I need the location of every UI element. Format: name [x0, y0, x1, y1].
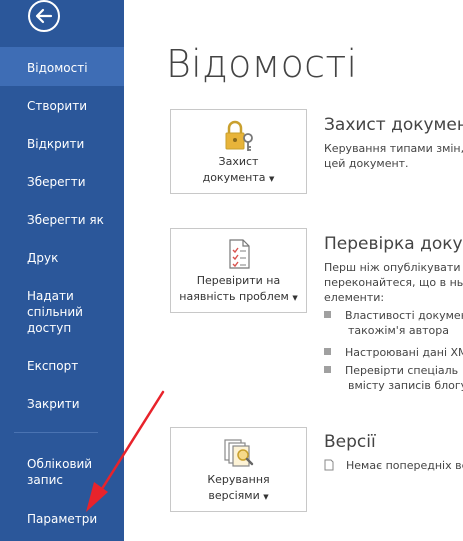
nav-open-label: Відкрити: [27, 137, 85, 151]
document-checklist-icon: [228, 239, 250, 269]
bullet-text: Перевірти спеціаль: [345, 364, 459, 377]
nav-info-label: Відомості: [27, 61, 88, 75]
versions-desc-text: Немає попередніх ве: [346, 459, 463, 472]
arrow-left-icon: [35, 8, 53, 24]
page-title: Відомості: [166, 42, 358, 86]
nav-save[interactable]: Зберегти: [0, 174, 124, 190]
bullet-square-icon: [324, 366, 331, 373]
sidebar-divider: [14, 432, 98, 433]
dropdown-caret-icon: ▼: [292, 294, 298, 302]
protect-desc-2: цей документ.: [324, 157, 409, 170]
versions-search-icon: [223, 439, 253, 467]
bullet-square-icon: [324, 348, 331, 355]
check-issues-label-2: наявність проблем ▼: [171, 289, 306, 306]
protect-document-label-2-text: документа: [202, 171, 266, 184]
bullet-square-icon: [324, 311, 331, 318]
nav-new-label: Створити: [27, 99, 87, 113]
inspect-desc-1: Перш ніж опублікувати ц: [324, 261, 463, 274]
manage-versions-label-2-text: версіями: [208, 489, 260, 502]
nav-save-as[interactable]: Зберегти як: [0, 212, 124, 228]
protect-document-button[interactable]: Захист документа ▼: [170, 109, 307, 194]
nav-export-label: Експорт: [27, 359, 79, 373]
nav-share-label-3: доступ: [27, 321, 72, 335]
versions-section-title: Версії: [324, 432, 376, 452]
document-icon: [324, 459, 334, 471]
nav-options[interactable]: Параметри: [0, 511, 124, 527]
inspect-bullet-properties: Властивості докумен такожім'я автора: [324, 308, 463, 338]
nav-print-label: Друк: [27, 251, 59, 265]
inspect-desc-3: елементи:: [324, 291, 385, 304]
nav-account-label-2: запис: [27, 473, 63, 487]
nav-close[interactable]: Закрити: [0, 396, 124, 412]
protect-section-title: Захист документ: [324, 115, 463, 135]
versions-desc: Немає попередніх ве: [324, 458, 463, 473]
manage-versions-label-2: версіями ▼: [171, 488, 306, 505]
inspect-bullet-blog: Перевірти спеціаль вмісту записів блогу: [324, 363, 463, 393]
nav-save-label: Зберегти: [27, 175, 86, 189]
dropdown-caret-icon: ▼: [263, 493, 269, 501]
nav-share-label-2: спільний: [27, 305, 83, 319]
inspect-desc-2: переконайтеся, що в ньо: [324, 276, 463, 289]
lock-key-icon: [225, 120, 253, 151]
inspect-bullet-xml: Настроювані дані XM: [324, 345, 463, 360]
nav-open[interactable]: Відкрити: [0, 136, 124, 152]
check-issues-button[interactable]: Перевірити на наявність проблем ▼: [170, 228, 307, 313]
nav-share[interactable]: Надати спільний доступ: [0, 288, 124, 336]
manage-versions-label-1: Керування: [207, 473, 270, 486]
check-issues-label-2-text: наявність проблем: [179, 290, 289, 303]
nav-info[interactable]: Відомості: [0, 47, 124, 86]
nav-new[interactable]: Створити: [0, 98, 124, 114]
nav-print[interactable]: Друк: [0, 250, 124, 266]
backstage-sidebar: Відомості Створити Відкрити Зберегти Збе…: [0, 0, 124, 541]
manage-versions-button[interactable]: Керування версіями ▼: [170, 427, 307, 512]
bullet-text: Властивості докумен: [345, 309, 463, 322]
nav-close-label: Закрити: [27, 397, 80, 411]
back-button[interactable]: [28, 0, 60, 32]
protect-document-label-1: Захист: [218, 155, 259, 168]
nav-account-label-1: Обліковий: [27, 457, 93, 471]
bullet-text-cont: вмісту записів блогу: [348, 379, 463, 392]
dropdown-caret-icon: ▼: [269, 175, 275, 183]
inspect-section-title: Перевірка докум: [324, 234, 463, 254]
nav-share-label-1: Надати: [27, 289, 74, 303]
nav-export[interactable]: Експорт: [0, 358, 124, 374]
bullet-text: Настроювані дані XM: [345, 346, 463, 359]
nav-account[interactable]: Обліковий запис: [0, 456, 124, 488]
bullet-text-cont: такожім'я автора: [348, 324, 450, 337]
check-issues-label-1: Перевірити на: [196, 274, 281, 287]
nav-options-label: Параметри: [27, 512, 98, 526]
nav-save-as-label: Зберегти як: [27, 213, 104, 227]
protect-desc-1: Керування типами змін, я: [324, 142, 463, 155]
protect-document-label-2: документа ▼: [171, 170, 306, 187]
